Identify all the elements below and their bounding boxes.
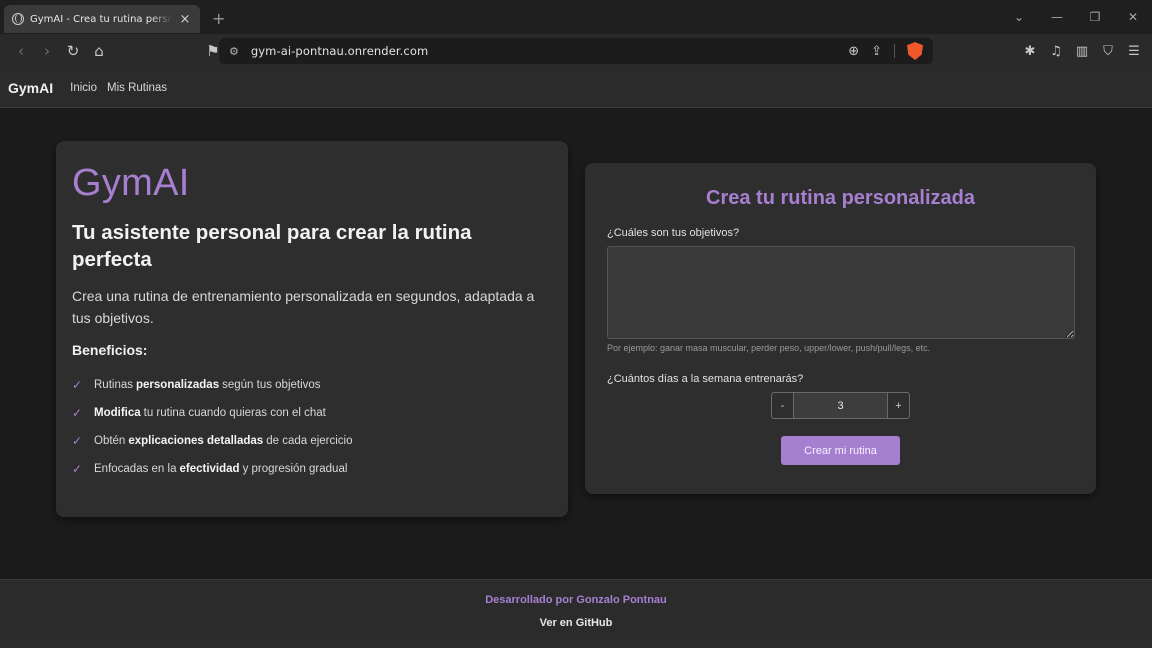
nav-link-mis-rutinas[interactable]: Mis Rutinas (107, 82, 167, 94)
home-icon[interactable]: ⌂ (86, 38, 112, 64)
benefit-text: según tus objetivos (222, 379, 321, 391)
tab-title: GymAI - Crea tu rutina personalizada (30, 13, 172, 25)
reload-icon[interactable]: ↻ (60, 38, 86, 64)
hamburger-icon[interactable]: ☰ (1124, 38, 1144, 64)
close-icon[interactable]: × (178, 12, 192, 27)
benefit-item: ✓ Modifica tu rutina cuando quieras con el… (72, 399, 552, 427)
arrow-left-icon[interactable]: ‹ (8, 38, 34, 64)
benefit-text: tu rutina cuando quieras con el chat (143, 407, 326, 419)
site-footer: Desarrollado por Gonzalo Pontnau Ver en … (0, 579, 1152, 648)
objectives-label: ¿Cuáles son tus objetivos? (607, 227, 740, 239)
benefits-list: ✓ Rutinas personalizadas según tus objetivo… (72, 371, 552, 483)
hero-description: Crea una rutina de entrenamiento persona… (72, 288, 535, 326)
hero-title: GymAI (72, 162, 190, 204)
brand-logo[interactable]: GymAI (8, 80, 53, 96)
globe-icon (12, 13, 24, 25)
close-window-icon[interactable]: ✕ (1114, 10, 1152, 24)
address-bar[interactable]: ⚙ gym-ai-pontnau.onrender.com ⊕ ⇪ (219, 38, 933, 64)
check-icon: ✓ (72, 378, 83, 392)
increment-button[interactable]: + (887, 392, 910, 419)
divider (894, 44, 895, 58)
browser-toolbar: ‹ › ↻ ⌂ ⚑ ⚙ gym-ai-pontnau.onrender.com … (0, 34, 1152, 68)
site-navbar: GymAI Inicio Mis Rutinas (0, 68, 1152, 108)
window-controls: ⌄ — ❐ ✕ (1000, 0, 1152, 34)
plus-icon[interactable]: + (212, 9, 225, 28)
restore-icon[interactable]: ❐ (1076, 10, 1114, 24)
benefit-text: Obtén (94, 435, 126, 447)
benefit-text: Rutinas (94, 379, 133, 391)
arrow-right-icon[interactable]: › (34, 38, 60, 64)
browser-tab[interactable]: GymAI - Crea tu rutina personalizada × (4, 5, 200, 33)
shield-icon[interactable]: ⛉ (1098, 38, 1118, 64)
benefit-item: ✓ Enfocadas en la efectividad y progresión … (72, 455, 552, 483)
nav-link-inicio[interactable]: Inicio (70, 82, 97, 94)
benefit-highlight: personalizadas (136, 379, 220, 391)
puzzle-icon[interactable]: ✱ (1020, 38, 1040, 64)
benefit-item: ✓ Rutinas personalizadas según tus objetivo… (72, 371, 552, 399)
hero-card: GymAI Tu asistente personal para crear l… (56, 141, 568, 517)
minimize-icon[interactable]: — (1038, 10, 1076, 24)
create-routine-button[interactable]: Crear mi rutina (781, 436, 900, 465)
objectives-hint: Por ejemplo: ganar masa muscular, perder… (607, 343, 931, 353)
check-icon: ✓ (72, 434, 83, 448)
benefit-highlight: Modifica (94, 407, 141, 419)
tab-strip: GymAI - Crea tu rutina personalizada × +… (0, 0, 1152, 34)
footer-credit-link[interactable]: Desarrollado por Gonzalo Pontnau (0, 594, 1152, 606)
benefit-text: de cada ejercicio (266, 435, 353, 447)
tune-icon[interactable]: ⚙ (229, 45, 239, 58)
days-input[interactable] (794, 392, 887, 419)
zoom-icon[interactable]: ⊕ (848, 44, 859, 59)
sidebar-icon[interactable]: ▥ (1072, 38, 1092, 64)
chevron-down-icon[interactable]: ⌄ (1000, 10, 1038, 24)
url-text[interactable]: gym-ai-pontnau.onrender.com (251, 44, 428, 58)
benefit-text: Enfocadas en la (94, 463, 177, 475)
browser-window: GymAI - Crea tu rutina personalizada × +… (0, 0, 1152, 648)
page-main: GymAI Tu asistente personal para crear l… (0, 108, 1152, 648)
share-icon[interactable]: ⇪ (871, 44, 882, 59)
objectives-textarea[interactable] (607, 246, 1075, 339)
decrement-button[interactable]: - (771, 392, 794, 419)
check-icon: ✓ (72, 406, 83, 420)
benefit-highlight: explicaciones detalladas (128, 435, 264, 447)
days-label: ¿Cuántos días a la semana entrenarás? (607, 373, 804, 385)
check-icon: ✓ (72, 462, 83, 476)
benefit-item: ✓ Obtén explicaciones detalladas de cada ej… (72, 427, 552, 455)
benefits-title: Beneficios: (72, 342, 148, 358)
form-title: Crea tu rutina personalizada (706, 187, 975, 209)
toolbar-actions: ✱ ♫ ▥ ⛉ ☰ (1020, 38, 1144, 64)
github-link[interactable]: Ver en GitHub (0, 617, 1152, 629)
music-note-icon[interactable]: ♫ (1046, 38, 1066, 64)
days-stepper: - + (771, 392, 910, 419)
benefit-text: y progresión gradual (242, 463, 348, 475)
brave-lion-icon[interactable] (907, 42, 923, 60)
hero-subtitle: Tu asistente personal para crear la ruti… (72, 221, 472, 271)
benefit-highlight: efectividad (179, 463, 240, 475)
routine-form-card: Crea tu rutina personalizada ¿Cuáles son… (585, 163, 1096, 494)
